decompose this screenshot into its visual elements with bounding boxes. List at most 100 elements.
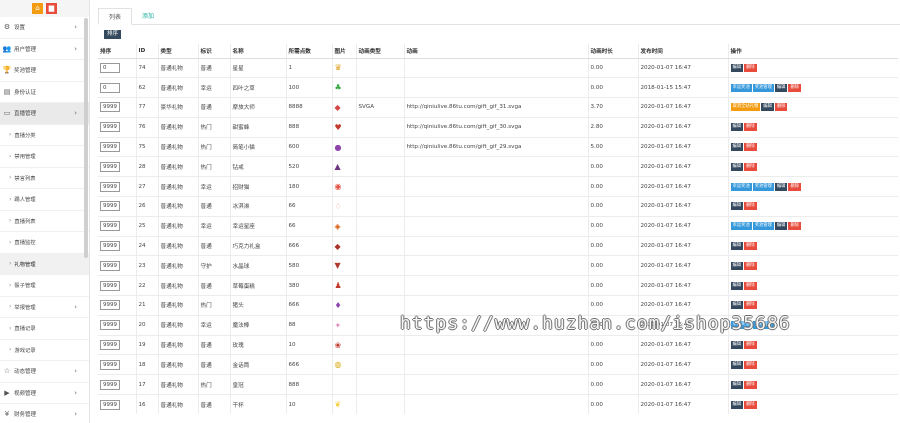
watermark: https://www.huzhan.com/ishop35686 <box>400 313 791 334</box>
delete-button[interactable]: 删除 <box>788 182 802 191</box>
sidebar-item[interactable]: ¥ 财务管理 › <box>0 404 89 423</box>
delete-button[interactable]: 删除 <box>744 360 757 369</box>
delete-button[interactable]: 删除 <box>744 261 757 270</box>
sort-input[interactable]: 9999 <box>100 161 120 172</box>
sidebar-item[interactable]: 🏆 奖池管理 <box>0 60 89 82</box>
name-cell: 魔法棒 <box>229 314 286 336</box>
edit-button[interactable]: 编辑 <box>730 63 744 72</box>
sidebar-item[interactable]: › 礼物管理 <box>0 253 89 275</box>
sort-input[interactable]: 9999 <box>100 340 120 351</box>
sort-input[interactable]: 9999 <box>100 300 120 311</box>
heart-icon: ♥ <box>334 122 342 132</box>
edit-button[interactable]: 编辑 <box>730 301 744 310</box>
sort-input[interactable]: 9999 <box>100 142 120 153</box>
column-header: ID <box>135 44 158 59</box>
duration-cell: 3.70 <box>587 97 638 118</box>
sidebar-item[interactable]: › 游戏记录 <box>0 340 89 361</box>
tab-list[interactable]: 列表 <box>98 8 133 25</box>
edit-button[interactable]: 编辑 <box>774 222 788 231</box>
gift-image-cell: ♥ <box>331 116 356 138</box>
edit-button[interactable]: 编辑 <box>730 261 744 270</box>
delete-button[interactable]: 删除 <box>744 400 757 409</box>
sidebar-scrollbar[interactable] <box>84 18 88 258</box>
edit-button[interactable]: 编辑 <box>730 162 744 171</box>
sidebar-item[interactable]: › 直播分类 <box>0 125 89 146</box>
sidebar-item[interactable]: ▶ 视频管理 › <box>0 383 89 404</box>
sidebar-item[interactable]: › 直播列表 <box>0 211 89 232</box>
action-button[interactable]: 奖池管理 <box>752 83 774 92</box>
edit-button[interactable]: 编辑 <box>730 143 744 152</box>
column-header: 类型 <box>157 44 198 59</box>
sort-input[interactable]: 9999 <box>100 181 120 192</box>
sidebar-item[interactable]: ☆ 动态管理 › <box>0 361 89 383</box>
tab-add[interactable]: 添加 <box>132 8 164 25</box>
sort-cell: 9999 <box>98 374 136 395</box>
sidebar-item[interactable]: ▤ 身份认证 <box>0 82 89 103</box>
delete-button[interactable]: 删除 <box>744 202 757 211</box>
delete-button[interactable]: 删除 <box>744 162 757 171</box>
sort-input[interactable]: 9999 <box>100 260 120 271</box>
cat2-icon: ◉ <box>334 182 342 192</box>
edit-button[interactable]: 编辑 <box>730 341 744 350</box>
table-row: 9999 23 普通礼物 守护 水晶球 580 ▼ 0.00 2020-01-07 16:47 编… <box>98 255 898 276</box>
sidebar-item[interactable]: › 禁言列表 <box>0 168 89 189</box>
gift-image-cell: ♛ <box>331 57 356 78</box>
sort-button[interactable]: 排序 <box>104 30 122 39</box>
action-button[interactable]: 奖池管理 <box>752 222 774 231</box>
sort-input[interactable]: 9999 <box>100 399 120 410</box>
table-row: 9999 75 普通礼物 热门 简笔小猫 600 ● http://qiniulive.86t… <box>98 136 898 157</box>
delete-button[interactable]: 删除 <box>744 281 757 290</box>
bullet-icon: › <box>9 260 12 268</box>
sort-input[interactable]: 9999 <box>100 241 120 252</box>
action-button[interactable]: 取消全站礼物 <box>730 103 761 112</box>
sidebar-item[interactable]: › 直播监控 <box>0 232 89 254</box>
edit-button[interactable]: 编辑 <box>730 202 744 211</box>
sort-input[interactable]: 9999 <box>100 320 120 331</box>
edit-button[interactable]: 编辑 <box>730 400 744 409</box>
delete-button[interactable]: 删除 <box>788 83 802 92</box>
sidebar-item[interactable]: › 禁用管理 <box>0 146 89 168</box>
sidebar-item[interactable]: ⚙ 设置 › <box>0 17 89 39</box>
sidebar-item[interactable]: › 直播记录 <box>0 318 89 340</box>
sidebar-item[interactable]: › 举报管理 › <box>0 297 89 318</box>
sort-input[interactable]: 9999 <box>100 102 120 113</box>
delete-button[interactable]: 删除 <box>788 222 802 231</box>
edit-button[interactable]: 编辑 <box>730 281 744 290</box>
delete-button[interactable]: 删除 <box>744 123 757 132</box>
action-button[interactable]: 幸运奖池 <box>730 182 752 191</box>
edit-button[interactable]: 编辑 <box>774 83 788 92</box>
edit-button[interactable]: 编辑 <box>761 103 774 112</box>
sort-input[interactable]: 9999 <box>100 280 120 291</box>
sidebar-item[interactable]: 👥 用户管理 › <box>0 39 89 60</box>
trash-icon[interactable]: ▆ <box>46 3 57 14</box>
home-icon[interactable]: ⌂ <box>32 3 43 14</box>
sidebar-item[interactable]: › 踢人管理 <box>0 189 89 211</box>
delete-button[interactable]: 删除 <box>744 341 757 350</box>
sort-input[interactable]: 9999 <box>100 221 120 232</box>
delete-button[interactable]: 删除 <box>744 143 757 152</box>
delete-button[interactable]: 删除 <box>744 242 757 251</box>
sidebar-item[interactable]: › 骰子管理 <box>0 275 89 297</box>
sort-input[interactable]: 0 <box>100 62 120 73</box>
sidebar-item[interactable]: ▭ 直播管理 › <box>0 103 89 125</box>
sort-input[interactable]: 9999 <box>100 122 120 133</box>
delete-button[interactable]: 删除 <box>744 380 757 389</box>
sort-input[interactable]: 9999 <box>100 379 120 390</box>
edit-button[interactable]: 编辑 <box>774 182 788 191</box>
sort-input[interactable]: 0 <box>100 82 120 93</box>
sidebar-item-label: 直播列表 <box>14 218 36 225</box>
action-button[interactable]: 幸运奖池 <box>730 222 752 231</box>
delete-button[interactable]: 删除 <box>744 301 757 310</box>
edit-button[interactable]: 编辑 <box>730 242 744 251</box>
anim_type-cell <box>355 314 404 336</box>
edit-button[interactable]: 编辑 <box>730 380 744 389</box>
edit-button[interactable]: 编辑 <box>730 123 744 132</box>
action-button[interactable]: 幸运奖池 <box>730 83 752 92</box>
sort-input[interactable]: 9999 <box>100 359 120 370</box>
delete-button[interactable]: 删除 <box>774 103 788 112</box>
anim_type-cell <box>355 275 404 296</box>
sort-input[interactable]: 9999 <box>100 201 120 212</box>
edit-button[interactable]: 编辑 <box>730 360 744 369</box>
delete-button[interactable]: 删除 <box>744 63 757 72</box>
action-button[interactable]: 奖池管理 <box>752 182 774 191</box>
